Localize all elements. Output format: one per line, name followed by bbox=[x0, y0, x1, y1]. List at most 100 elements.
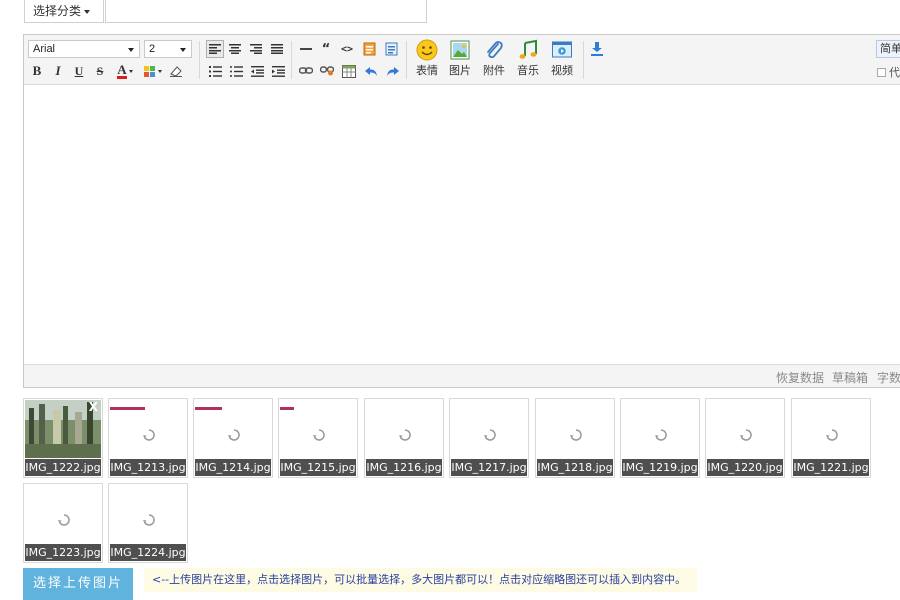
thumbnail-card[interactable]: IMG_1213.jpg bbox=[108, 398, 188, 478]
blockquote-button[interactable]: “ bbox=[317, 40, 335, 58]
indent-icon bbox=[271, 65, 285, 77]
insert-image-button[interactable]: 图片 bbox=[445, 39, 475, 81]
italic-button[interactable]: I bbox=[49, 62, 67, 80]
paste-word-button[interactable] bbox=[360, 40, 378, 58]
music-button[interactable]: 音乐 bbox=[513, 39, 543, 81]
loading-spinner-icon bbox=[58, 514, 70, 526]
loading-spinner-icon bbox=[313, 429, 325, 441]
thumbnail-filename: IMG_1214.jpg bbox=[195, 459, 271, 476]
bold-icon: B bbox=[32, 63, 42, 78]
loading-spinner-icon bbox=[143, 429, 155, 441]
strikethrough-button[interactable]: S bbox=[91, 62, 109, 80]
upload-progress-bar bbox=[110, 407, 145, 410]
loading-spinner-icon bbox=[740, 429, 752, 441]
title-input[interactable] bbox=[105, 0, 427, 23]
thumbnail-card[interactable]: IMG_1224.jpg bbox=[108, 483, 188, 563]
outdent-button[interactable] bbox=[248, 62, 266, 80]
thumbnail-filename: IMG_1217.jpg bbox=[451, 459, 527, 476]
font-size-value: 2 bbox=[149, 43, 156, 55]
horizontal-rule-button[interactable] bbox=[297, 40, 315, 58]
undo-button[interactable] bbox=[362, 62, 380, 80]
paste-text-button[interactable] bbox=[382, 40, 400, 58]
ordered-list-button[interactable] bbox=[206, 62, 224, 80]
emoji-button[interactable]: 表情 bbox=[412, 39, 442, 81]
thumbnail-card[interactable]: X IMG_1222.jpg bbox=[23, 398, 103, 478]
undo-icon bbox=[364, 66, 377, 76]
attachment-button[interactable]: 附件 bbox=[479, 39, 509, 81]
remove-format-button[interactable] bbox=[167, 62, 185, 80]
thumbnail-card[interactable]: IMG_1218.jpg bbox=[535, 398, 615, 478]
table-icon bbox=[342, 64, 356, 78]
upload-progress-bar bbox=[280, 407, 294, 410]
font-color-button[interactable]: A bbox=[112, 62, 138, 80]
underline-icon: U bbox=[74, 63, 84, 78]
thumbnail-filename: IMG_1222.jpg bbox=[25, 459, 101, 476]
chevron-down-icon bbox=[157, 69, 162, 73]
thumbnail-card[interactable]: IMG_1214.jpg bbox=[193, 398, 273, 478]
code-mode-checkbox[interactable]: 代 bbox=[877, 64, 900, 80]
align-center-button[interactable] bbox=[226, 40, 244, 58]
simple-mode-label: 简单 bbox=[880, 42, 900, 55]
insert-image-label: 图片 bbox=[449, 64, 471, 77]
thumbnail-card[interactable]: IMG_1216.jpg bbox=[364, 398, 444, 478]
simple-mode-button[interactable]: 简单 bbox=[876, 40, 900, 58]
thumbnail-filename: IMG_1213.jpg bbox=[110, 459, 186, 476]
thumbnail-card[interactable]: IMG_1221.jpg bbox=[791, 398, 871, 478]
link-button[interactable] bbox=[297, 62, 315, 80]
thumbnail-filename: IMG_1223.jpg bbox=[25, 544, 101, 561]
underline-button[interactable]: U bbox=[70, 62, 88, 80]
loading-spinner-icon bbox=[228, 429, 240, 441]
checkbox-box bbox=[877, 68, 886, 77]
italic-icon: I bbox=[55, 63, 61, 78]
video-button[interactable]: 视频 bbox=[547, 39, 577, 81]
thumbnail-card[interactable]: IMG_1215.jpg bbox=[278, 398, 358, 478]
font-color-icon: A bbox=[117, 61, 127, 79]
align-right-button[interactable] bbox=[247, 40, 265, 58]
toolbar-divider bbox=[291, 41, 292, 79]
thumbnail-card[interactable]: IMG_1217.jpg bbox=[449, 398, 529, 478]
unordered-list-button[interactable] bbox=[227, 62, 245, 80]
eraser-icon bbox=[170, 66, 182, 77]
draft-box-link[interactable]: 草稿箱 bbox=[832, 369, 868, 386]
font-size-select[interactable]: 2 bbox=[144, 40, 192, 58]
bold-button[interactable]: B bbox=[28, 62, 46, 80]
unlink-button[interactable] bbox=[318, 62, 336, 80]
toolbar-divider bbox=[406, 41, 407, 79]
video-icon bbox=[552, 41, 572, 58]
align-justify-button[interactable] bbox=[268, 40, 286, 58]
link-icon bbox=[299, 67, 313, 74]
table-button[interactable] bbox=[340, 62, 358, 80]
align-center-icon bbox=[229, 44, 241, 54]
upload-progress-bar bbox=[195, 407, 222, 410]
thumbnail-card[interactable]: IMG_1223.jpg bbox=[23, 483, 103, 563]
thumbnail-card[interactable]: IMG_1219.jpg bbox=[620, 398, 700, 478]
indent-button[interactable] bbox=[269, 62, 287, 80]
attachment-label: 附件 bbox=[483, 64, 505, 77]
loading-spinner-icon bbox=[484, 429, 496, 441]
download-icon bbox=[591, 42, 603, 56]
font-family-select[interactable]: Arial bbox=[28, 40, 140, 58]
toolbar-divider bbox=[199, 41, 200, 79]
download-button[interactable] bbox=[588, 40, 606, 58]
strikethrough-icon: S bbox=[96, 63, 104, 78]
emoji-button-label: 表情 bbox=[416, 64, 438, 77]
category-select-label: 选择分类 bbox=[33, 4, 82, 18]
thumbnail-filename: IMG_1220.jpg bbox=[707, 459, 783, 476]
select-upload-images-button[interactable]: 选择上传图片 bbox=[23, 568, 133, 600]
loading-spinner-icon bbox=[143, 514, 155, 526]
thumbnail-filename: IMG_1224.jpg bbox=[110, 544, 186, 561]
category-select[interactable]: 选择分类 bbox=[24, 0, 104, 23]
video-label: 视频 bbox=[551, 64, 573, 77]
remove-thumbnail-icon[interactable]: X bbox=[89, 401, 98, 413]
editor-content-area[interactable] bbox=[24, 85, 900, 365]
paste-text-icon bbox=[385, 42, 397, 56]
redo-icon bbox=[386, 66, 399, 76]
highlight-color-button[interactable] bbox=[140, 62, 164, 80]
align-left-button[interactable] bbox=[206, 40, 224, 58]
thumbnail-card[interactable]: IMG_1220.jpg bbox=[705, 398, 785, 478]
redo-button[interactable] bbox=[383, 62, 401, 80]
code-button[interactable]: <> bbox=[338, 40, 356, 58]
restore-data-link[interactable]: 恢复数据 bbox=[776, 369, 824, 386]
music-note-icon bbox=[519, 39, 537, 59]
chevron-down-icon bbox=[84, 9, 91, 14]
